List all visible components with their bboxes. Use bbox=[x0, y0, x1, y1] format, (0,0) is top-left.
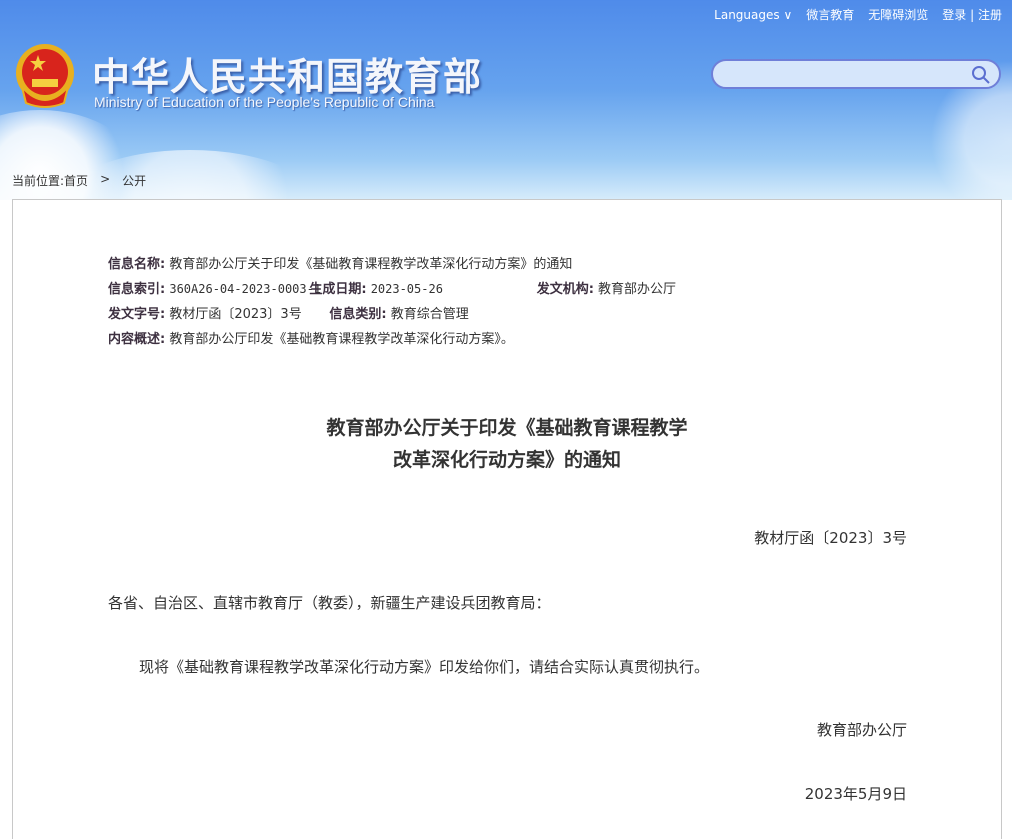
breadcrumb-prefix: 当前位置: bbox=[12, 174, 65, 188]
languages-label: Languages bbox=[714, 7, 780, 22]
document-number: 教材厅函〔2023〕3号 bbox=[754, 529, 907, 547]
info-name: 教育部办公厅关于印发《基础教育课程教学改革深化行动方案》的通知 bbox=[169, 257, 573, 272]
info-date: 2023-05-26 bbox=[370, 282, 443, 296]
recipients: 各省、自治区、直辖市教育厅（教委），新疆生产建设兵团教育局： bbox=[108, 594, 551, 612]
label: 信息索引: bbox=[108, 282, 166, 297]
info-index: 360A26-04-2023-0003-1 bbox=[169, 282, 322, 296]
content-panel: 信息名称: 教育部办公厅关于印发《基础教育课程教学改革深化行动方案》的通知 信息… bbox=[12, 199, 1002, 839]
breadcrumb-home[interactable]: 首页 bbox=[64, 172, 88, 189]
info-metadata: 信息名称: 教育部办公厅关于印发《基础教育课程教学改革深化行动方案》的通知 信息… bbox=[108, 252, 676, 352]
title-line: 改革深化行动方案》的通知 bbox=[392, 449, 621, 471]
search-icon[interactable] bbox=[971, 65, 991, 85]
document-date: 2023年5月9日 bbox=[804, 785, 907, 803]
label: 信息类别: bbox=[329, 307, 387, 322]
signature: 教育部办公厅 bbox=[816, 721, 907, 739]
label: 内容概述: bbox=[108, 332, 166, 347]
languages-dropdown[interactable]: Languages ∨ bbox=[714, 8, 792, 22]
info-org: 教育部办公厅 bbox=[598, 282, 677, 297]
label: 信息名称: bbox=[108, 257, 166, 272]
info-summary: 教育部办公厅印发《基础教育课程教学改革深化行动方案》。 bbox=[169, 332, 514, 347]
info-docno: 教材厅函〔2023〕3号 bbox=[169, 307, 302, 322]
chevron-down-icon: ∨ bbox=[783, 7, 793, 22]
label: 发文字号: bbox=[108, 307, 166, 322]
register-link[interactable]: 注册 bbox=[978, 8, 1002, 22]
breadcrumb-public[interactable]: 公开 bbox=[122, 172, 146, 189]
site-title-cn: 中华人民共和国教育部 bbox=[92, 55, 483, 99]
accessibility-link[interactable]: 无障碍浏览 bbox=[868, 6, 928, 23]
site-title-en: Ministry of Education of the People's Re… bbox=[94, 94, 435, 110]
weiyan-link[interactable]: 微言教育 bbox=[806, 6, 854, 23]
document-title: 教育部办公厅关于印发《基础教育课程教学 改革深化行动方案》的通知 bbox=[13, 412, 1001, 476]
site-header: Languages ∨ 微言教育 无障碍浏览 登录 | 注册 中华人民共和国教育… bbox=[0, 0, 1012, 200]
body-paragraph: 现将《基础教育课程教学改革深化行动方案》印发给你们，请结合实际认真贯彻执行。 bbox=[139, 658, 710, 676]
breadcrumb: 当前位置: 首页 > 公开 bbox=[12, 172, 146, 189]
national-emblem-icon bbox=[16, 44, 74, 108]
label: 生成日期: bbox=[309, 282, 367, 297]
search-box bbox=[711, 59, 1001, 89]
login-link[interactable]: 登录 bbox=[942, 8, 966, 22]
top-links: Languages ∨ 微言教育 无障碍浏览 登录 | 注册 bbox=[714, 6, 1002, 23]
title-line: 教育部办公厅关于印发《基础教育课程教学 bbox=[326, 417, 688, 439]
breadcrumb-separator: > bbox=[100, 172, 111, 186]
info-category: 教育综合管理 bbox=[390, 307, 469, 322]
label: 发文机构: bbox=[536, 282, 594, 297]
search-input[interactable] bbox=[725, 61, 975, 87]
